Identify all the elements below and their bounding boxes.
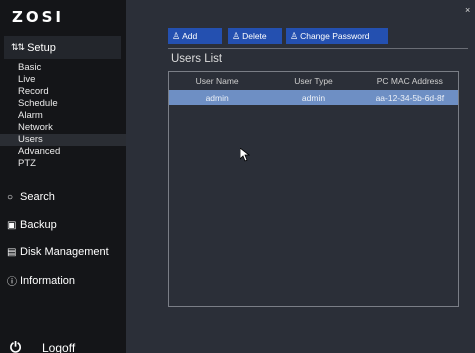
nav-setup[interactable]: ⇅⇅ Setup — [4, 36, 121, 59]
cell-user-type: admin — [301, 92, 326, 103]
nav-backup-label: Backup — [20, 219, 57, 231]
magnifier-icon: ○ — [7, 191, 14, 203]
column-header-user-name: User Name — [195, 76, 239, 86]
subnav-item-network[interactable]: Network — [0, 122, 126, 134]
user-add-icon: ♙ — [172, 30, 181, 41]
table-row[interactable]: admin admin aa-12-34-5b-6d-8f — [169, 90, 458, 105]
subnav-item-basic[interactable]: Basic — [0, 62, 126, 74]
disk-icon: ▤ — [7, 246, 17, 258]
subnav-item-live[interactable]: Live — [0, 74, 126, 86]
add-user-button[interactable]: ♙ Add — [168, 28, 222, 44]
subnav-item-ptz[interactable]: PTZ — [0, 158, 126, 170]
logoff-label: Logoff — [42, 340, 76, 353]
column-header-user-type: User Type — [294, 76, 333, 86]
subnav-item-users[interactable]: Users — [0, 134, 126, 146]
nav-search-label: Search — [20, 191, 55, 203]
close-icon[interactable]: × — [465, 5, 470, 15]
cell-mac-address: aa-12-34-5b-6d-8f — [375, 92, 445, 103]
sliders-icon: ⇅⇅ — [11, 42, 25, 52]
nav-backup[interactable]: ▣ Backup — [7, 219, 57, 231]
change-password-button[interactable]: ♙ Change Password — [286, 28, 388, 44]
cell-user-name: admin — [205, 92, 229, 103]
backup-icon: ▣ — [7, 219, 17, 231]
power-icon: ⏻ — [10, 339, 22, 353]
users-table: User Name User Type PC MAC Address admin… — [168, 71, 459, 307]
nav-disk-management[interactable]: ▤ Disk Management — [7, 246, 109, 258]
user-delete-icon: ♙ — [232, 30, 241, 41]
add-label: Add — [182, 31, 198, 41]
column-header-mac-address: PC MAC Address — [376, 76, 443, 86]
info-icon: ⓘ — [7, 277, 17, 288]
change-password-label: Change Password — [300, 31, 370, 41]
subnav-item-advanced[interactable]: Advanced — [0, 146, 126, 158]
nav-disk-label: Disk Management — [20, 246, 109, 258]
subnav-item-record[interactable]: Record — [0, 86, 126, 98]
brand-logo: ZOSI — [12, 8, 65, 26]
delete-label: Delete — [242, 31, 267, 41]
nav-information[interactable]: ⓘ Information — [7, 273, 76, 289]
table-header: User Name User Type PC MAC Address — [169, 72, 458, 90]
subnav-item-alarm[interactable]: Alarm — [0, 110, 126, 122]
nav-info-label: Information — [20, 274, 76, 287]
setup-subnav: Basic Live Record Schedule Alarm Network… — [0, 62, 126, 170]
nav-search[interactable]: ○ Search — [7, 191, 55, 203]
subnav-item-schedule[interactable]: Schedule — [0, 98, 126, 110]
user-key-icon: ♙ — [290, 30, 299, 41]
delete-user-button[interactable]: ♙ Delete — [228, 28, 282, 44]
logoff-button[interactable]: ⏻ Logoff — [10, 339, 75, 353]
nav-setup-label: Setup — [27, 41, 56, 54]
toolbar-divider — [168, 48, 468, 49]
sidebar: ZOSI ⇅⇅ Setup Basic Live Record Schedule… — [0, 0, 126, 353]
section-title: Users List — [171, 53, 223, 65]
